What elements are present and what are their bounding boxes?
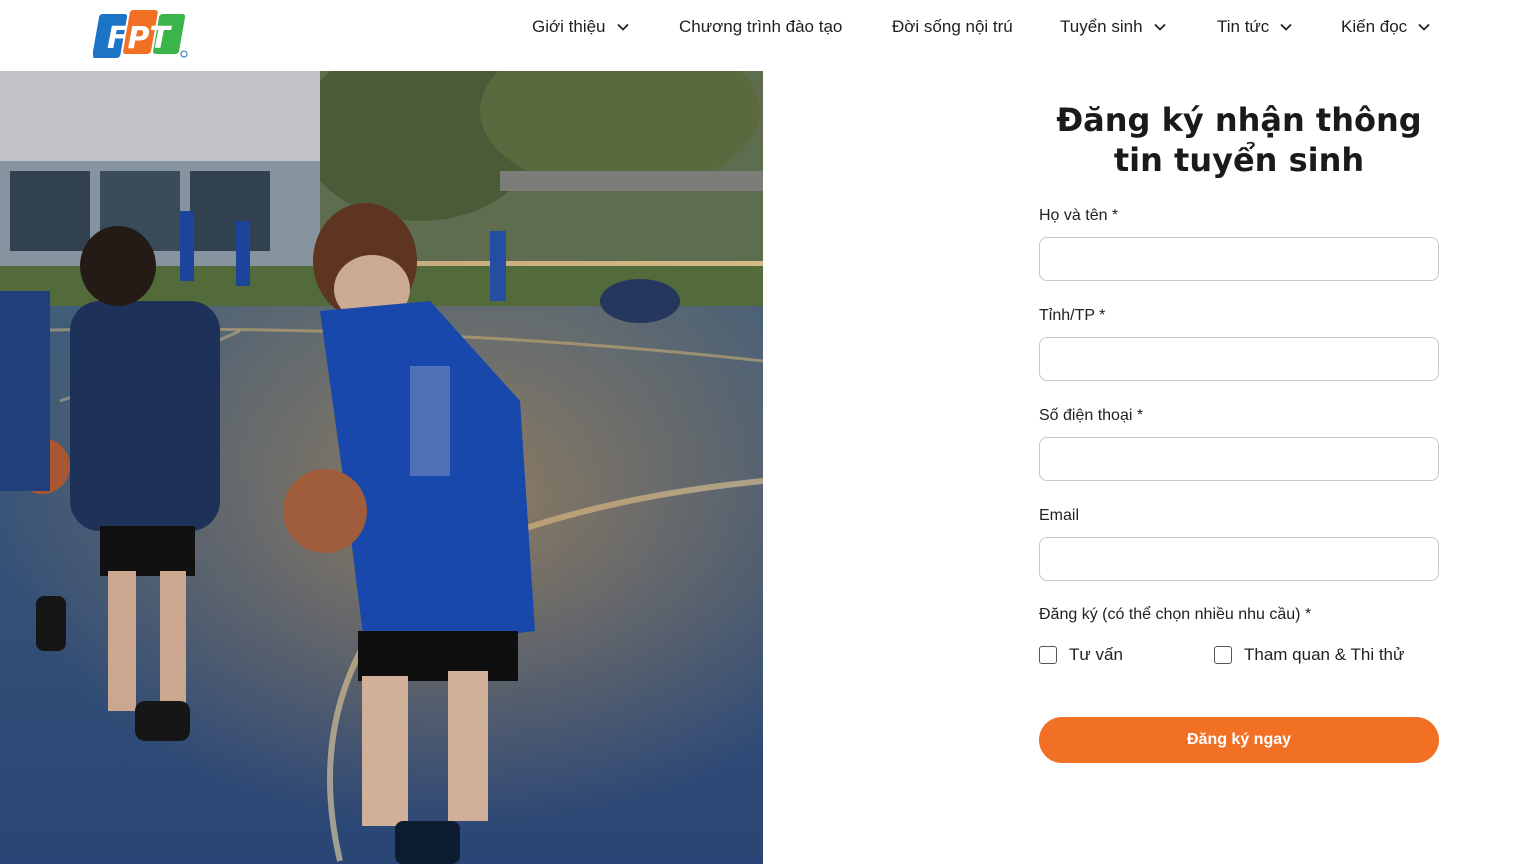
interest-label: Đăng ký (có thể chọn nhiều nhu cầu) * <box>1039 606 1312 623</box>
nav-item-tuyen-sinh[interactable]: Tuyển sinh <box>1060 17 1167 37</box>
fpt-logo[interactable]: FPT <box>93 6 189 62</box>
nav-item-label: Đời sống nội trú <box>892 17 1013 36</box>
phone-label: Số điện thoại * <box>1039 407 1144 424</box>
checkbox-tham-quan[interactable] <box>1214 646 1232 664</box>
nav-item-label: Giới thiệu <box>532 17 606 36</box>
email-input[interactable] <box>1039 537 1439 581</box>
nav-item-doi-song[interactable]: Đời sống nội trú <box>892 17 1013 37</box>
chevron-down-icon <box>616 23 629 31</box>
option-tham-quan[interactable]: Tham quan & Thi thử <box>1214 645 1404 665</box>
full-name-label: Họ và tên * <box>1039 207 1119 224</box>
nav-item-chuong-trinh[interactable]: Chương trình đào tạo <box>679 17 842 37</box>
full-name-input[interactable] <box>1039 237 1439 281</box>
form-title-line-1: Đăng ký nhận thông <box>1056 101 1422 139</box>
nav-item-label: Tin tức <box>1217 17 1270 36</box>
nav-item-kien-doc[interactable]: Kiến đọc <box>1341 17 1431 37</box>
nav-item-label: Kiến đọc <box>1341 17 1408 36</box>
option-tu-van[interactable]: Tư vấn <box>1039 645 1123 665</box>
province-input[interactable] <box>1039 337 1439 381</box>
form-title: Đăng ký nhận thông tin tuyển sinh <box>1039 100 1439 180</box>
chevron-down-icon <box>1280 23 1292 31</box>
option-label: Tham quan & Thi thử <box>1244 645 1405 664</box>
hero-image <box>0 71 763 864</box>
chevron-down-icon <box>1418 23 1430 31</box>
logo-letter: FPT <box>107 21 172 56</box>
email-label: Email <box>1039 507 1080 524</box>
nav-item-label: Chương trình đào tạo <box>679 17 843 36</box>
nav-item-tin-tuc[interactable]: Tin tức <box>1217 17 1293 37</box>
nav-item-label: Tuyển sinh <box>1060 17 1143 36</box>
option-label: Tư vấn <box>1069 645 1123 664</box>
phone-input[interactable] <box>1039 437 1439 481</box>
site-header: FPT Giới thiệu Chương trình đào tạo Đời … <box>0 0 1540 71</box>
checkbox-tu-van[interactable] <box>1039 646 1057 664</box>
nav-item-gioi-thieu[interactable]: Giới thiệu <box>532 17 630 37</box>
chevron-down-icon <box>1153 23 1166 31</box>
register-button[interactable]: Đăng ký ngay <box>1039 717 1439 763</box>
form-title-line-2: tin tuyển sinh <box>1113 141 1365 179</box>
province-label: Tỉnh/TP * <box>1039 307 1106 324</box>
basketball-court-photo <box>0 71 763 864</box>
